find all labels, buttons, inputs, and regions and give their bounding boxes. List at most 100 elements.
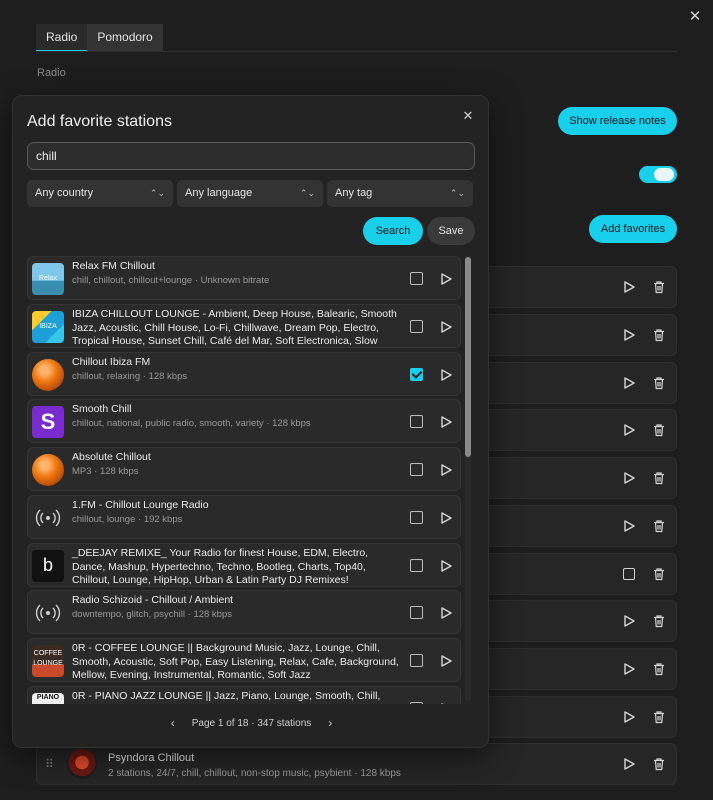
language-select[interactable]: Any language ⌃⌄ <box>177 180 323 207</box>
station-result-item[interactable]: COFFEE LOUNGE 0R - COFFEE LOUNGE || Backg… <box>27 638 461 682</box>
trash-icon[interactable] <box>651 566 667 582</box>
play-icon[interactable] <box>621 756 637 772</box>
play-icon[interactable] <box>621 709 637 725</box>
show-release-notes-button[interactable]: Show release notes <box>558 107 677 135</box>
play-icon[interactable] <box>621 661 637 677</box>
select-checkbox[interactable] <box>410 654 423 667</box>
play-icon[interactable] <box>621 518 637 534</box>
favorite-row-psyndora: ⠿ Psyndora Chillout 2 stations, 24/7, ch… <box>36 743 677 785</box>
station-title: _DEEJAY REMIXE_ Your Radio for finest Ho… <box>72 547 369 586</box>
station-result-item[interactable]: b _DEEJAY REMIXE_ Your Radio for finest H… <box>27 543 461 587</box>
page-info: Page 1 of 18 · 347 stations <box>191 717 312 729</box>
trash-icon[interactable] <box>651 661 667 677</box>
station-result-item[interactable]: 1.FM - Chillout Lounge Radio chillout, lo… <box>27 495 461 539</box>
station-logo: S <box>32 406 64 438</box>
station-subtitle: MP3 · 128 kbps <box>72 465 139 477</box>
station-subtitle: downtempo, glitch, psychill · 128 kbps <box>72 608 232 620</box>
station-logo: COFFEE LOUNGE <box>32 645 64 677</box>
section-label: Radio <box>37 67 66 79</box>
tab-divider <box>36 51 677 52</box>
country-select[interactable]: Any country ⌃⌄ <box>27 180 173 207</box>
station-title: Smooth Chill <box>72 403 132 415</box>
station-result-item[interactable]: Radio Schizoid - Chillout / Ambient downt… <box>27 590 461 634</box>
filter-bar: Any country ⌃⌄ Any language ⌃⌄ Any tag ⌃… <box>27 180 473 207</box>
trash-icon[interactable] <box>651 375 667 391</box>
chevron-updown-icon: ⌃⌄ <box>449 188 465 198</box>
play-icon[interactable] <box>621 422 637 438</box>
add-favorites-button[interactable]: Add favorites <box>589 215 677 243</box>
trash-icon[interactable] <box>651 518 667 534</box>
play-icon[interactable] <box>621 375 637 391</box>
station-title: Relax FM Chillout <box>72 260 155 272</box>
trash-icon[interactable] <box>651 470 667 486</box>
favorite-title: Psyndora Chillout <box>108 752 195 764</box>
chevron-updown-icon: ⌃⌄ <box>299 188 315 198</box>
play-icon[interactable] <box>621 327 637 343</box>
station-result-item[interactable]: Absolute Chillout MP3 · 128 kbps <box>27 447 461 491</box>
settings-toggle[interactable] <box>639 166 677 183</box>
play-icon[interactable] <box>438 653 452 667</box>
play-icon[interactable] <box>438 605 452 619</box>
results-list: Relax Relax FM Chillout chill, chillout, c… <box>27 256 461 704</box>
station-title: 0R - COFFEE LOUNGE || Background Music, … <box>72 642 399 681</box>
select-checkbox[interactable] <box>410 368 423 381</box>
select-checkbox[interactable] <box>410 320 423 333</box>
play-icon[interactable] <box>438 414 452 428</box>
station-logo: Relax <box>32 263 64 295</box>
page-close-icon[interactable]: ✕ <box>687 9 703 25</box>
play-icon[interactable] <box>621 613 637 629</box>
play-icon[interactable] <box>438 462 452 476</box>
results-scrollbar-thumb[interactable] <box>465 257 471 457</box>
station-logo: PIANO <box>32 693 64 704</box>
station-result-item[interactable]: Chillout Ibiza FM chillout, relaxing · 12… <box>27 352 461 396</box>
station-logo: IBIZA <box>32 311 64 343</box>
play-icon[interactable] <box>621 470 637 486</box>
play-icon[interactable] <box>438 367 452 381</box>
close-icon[interactable]: ✕ <box>461 109 475 123</box>
save-button[interactable]: Save <box>427 217 475 245</box>
search-button[interactable]: Search <box>363 217 423 245</box>
select-checkbox[interactable] <box>621 566 637 582</box>
dialog-title: Add favorite stations <box>27 113 172 130</box>
select-checkbox[interactable] <box>410 559 423 572</box>
tab-pomodoro[interactable]: Pomodoro <box>87 24 163 52</box>
radio-waves-icon <box>32 502 64 534</box>
play-icon[interactable] <box>438 271 452 285</box>
next-page-icon[interactable]: › <box>325 716 335 730</box>
station-search-input[interactable] <box>27 142 475 170</box>
station-title: IBIZA CHILLOUT LOUNGE - Ambient, Deep Ho… <box>72 308 397 347</box>
pagination: ‹ Page 1 of 18 · 347 stations › <box>13 716 490 730</box>
station-result-item[interactable]: Relax Relax FM Chillout chill, chillout, c… <box>27 256 461 300</box>
select-checkbox[interactable] <box>410 702 423 704</box>
select-checkbox[interactable] <box>410 511 423 524</box>
station-result-item[interactable]: IBIZA IBIZA CHILLOUT LOUNGE - Ambient, De… <box>27 304 461 348</box>
play-icon[interactable] <box>438 701 452 704</box>
station-subtitle: chillout, national, public radio, smooth… <box>72 417 311 429</box>
play-icon[interactable] <box>438 558 452 572</box>
play-icon[interactable] <box>438 319 452 333</box>
trash-icon[interactable] <box>651 422 667 438</box>
select-checkbox[interactable] <box>410 463 423 476</box>
station-result-item[interactable]: PIANO 0R - PIANO JAZZ LOUNGE || Jazz, Pia… <box>27 686 461 704</box>
tag-select[interactable]: Any tag ⌃⌄ <box>327 180 473 207</box>
tab-radio[interactable]: Radio <box>36 24 88 52</box>
drag-handle-icon[interactable]: ⠿ <box>45 757 54 771</box>
select-checkbox[interactable] <box>410 606 423 619</box>
trash-icon[interactable] <box>651 279 667 295</box>
station-title: 1.FM - Chillout Lounge Radio <box>72 499 209 511</box>
station-logo <box>32 454 64 486</box>
play-icon[interactable] <box>621 279 637 295</box>
play-icon[interactable] <box>438 510 452 524</box>
trash-icon[interactable] <box>651 613 667 629</box>
station-title: Chillout Ibiza FM <box>72 356 151 368</box>
prev-page-icon[interactable]: ‹ <box>168 716 178 730</box>
trash-icon[interactable] <box>651 709 667 725</box>
trash-icon[interactable] <box>651 756 667 772</box>
station-result-item[interactable]: S Smooth Chill chillout, national, public … <box>27 399 461 443</box>
select-checkbox[interactable] <box>410 415 423 428</box>
add-favorites-dialog: Add favorite stations ✕ Any country ⌃⌄ A… <box>12 95 489 748</box>
station-title: Radio Schizoid - Chillout / Ambient <box>72 594 234 606</box>
select-checkbox[interactable] <box>410 272 423 285</box>
trash-icon[interactable] <box>651 327 667 343</box>
station-title: 0R - PIANO JAZZ LOUNGE || Jazz, Piano, L… <box>72 690 391 704</box>
